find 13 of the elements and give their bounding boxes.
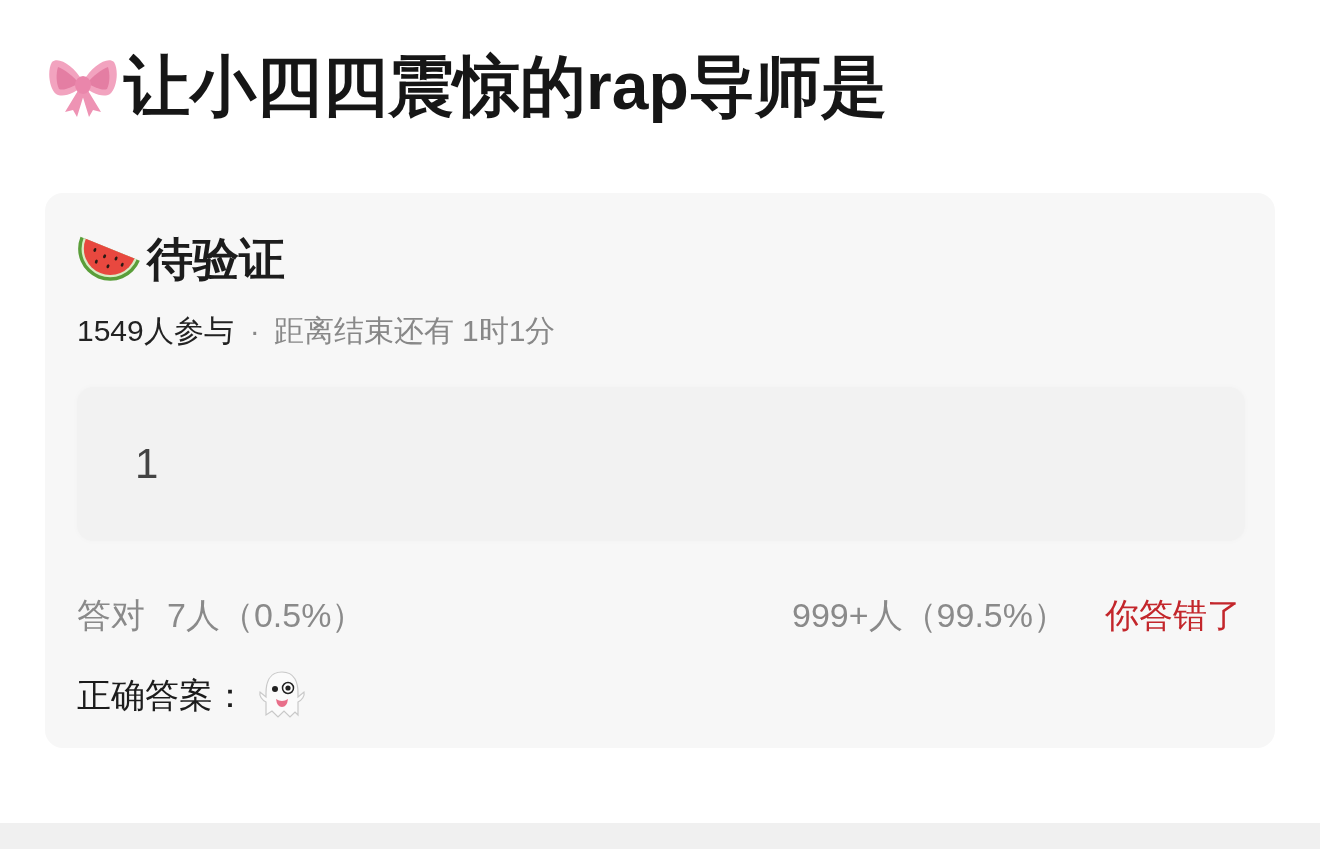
result-text: 你答错了 [1105,595,1241,636]
correct-label: 答对 [77,595,145,636]
ghost-icon [257,670,307,720]
wrong-count: 999+人（99.5%） [792,595,1067,636]
page-title: 让小四四震惊的rap导师是 [124,50,887,122]
answer-box: 1 [77,387,1245,541]
time-remaining: 距离结束还有 1时1分 [273,313,556,349]
correct-count: 7人（0.5%） [167,595,366,636]
quiz-status: 待验证 [147,232,285,287]
watermelon-icon [77,234,141,284]
separator-dot: · [249,313,260,349]
correct-answer-label: 正确答案： [77,675,247,716]
participant-count: 1549人参与 [77,313,234,349]
